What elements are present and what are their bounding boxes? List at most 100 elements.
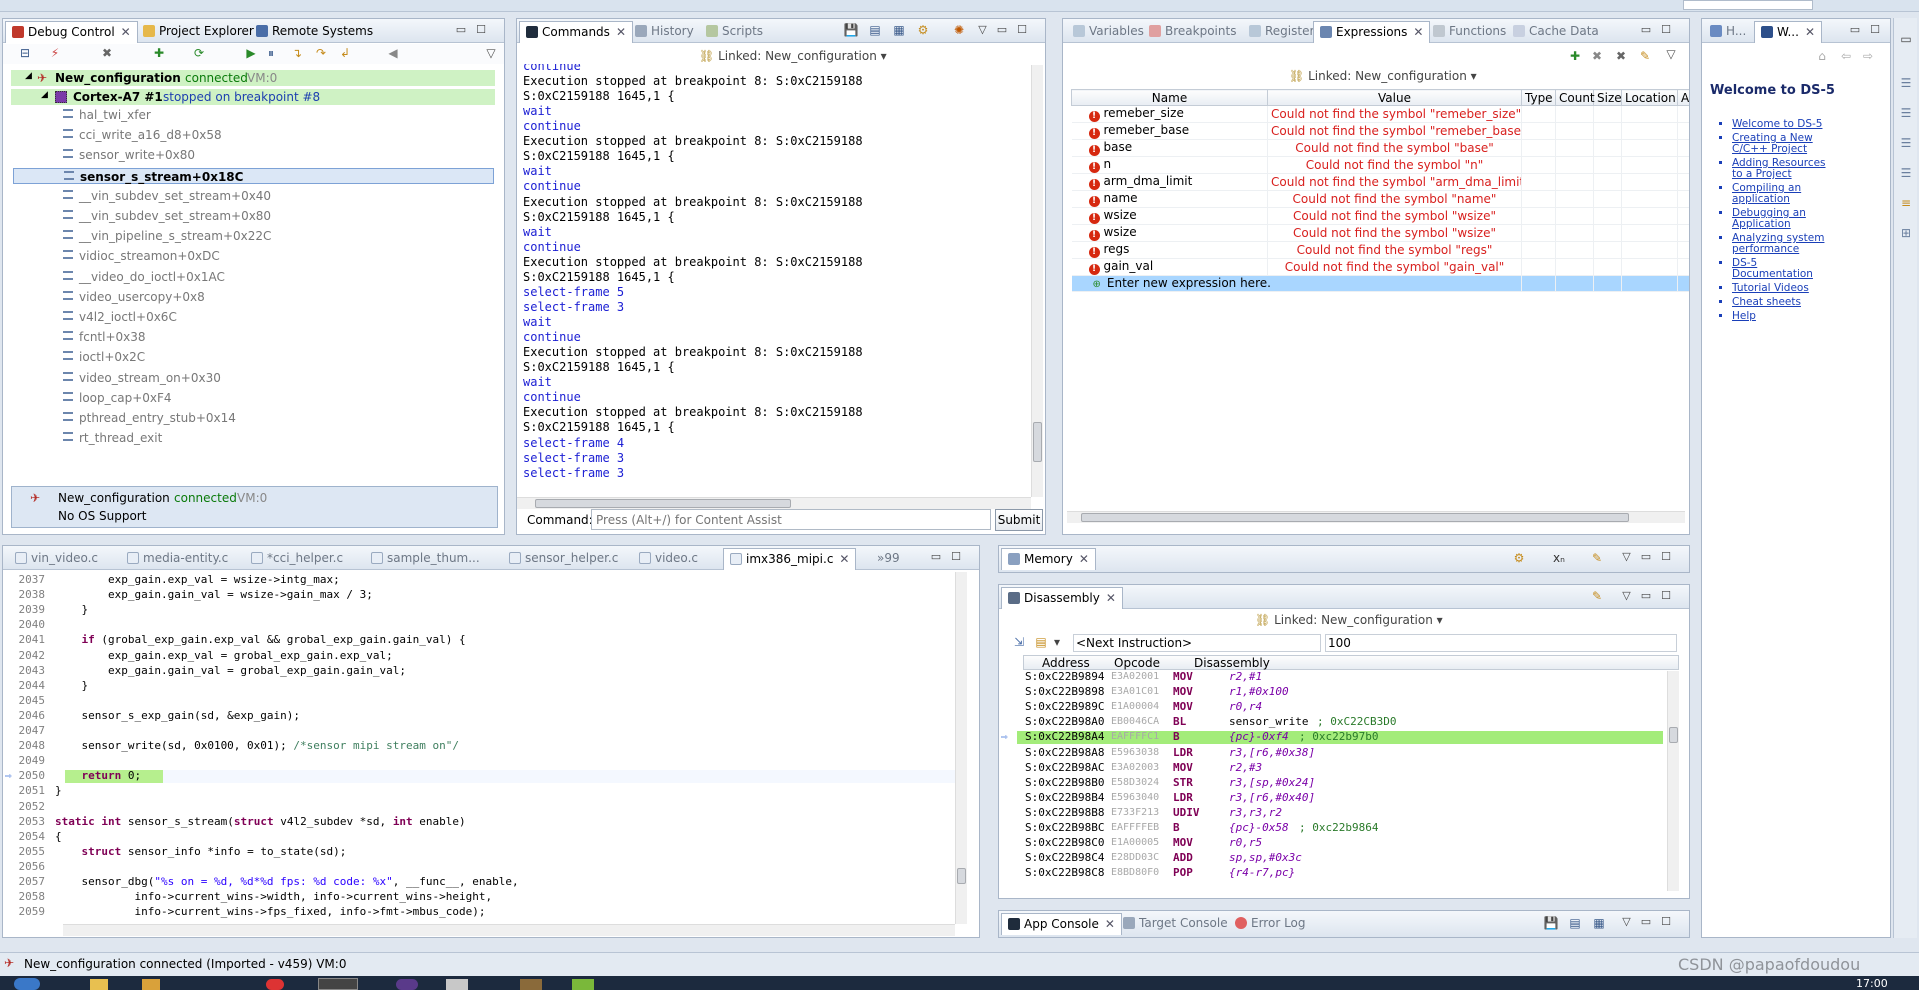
source-line[interactable]: 2039 } [3, 603, 955, 616]
tab-error-log[interactable]: Error Log [1229, 913, 1312, 935]
stack-frame-item[interactable]: sensor_s_stream+0x18C [13, 167, 494, 184]
column-header-opcode[interactable]: Opcode [1114, 656, 1160, 670]
linked-context[interactable]: ⛓ Linked: New_configuration ▾ [1255, 613, 1443, 627]
editor-scrollbar-h[interactable] [63, 924, 955, 936]
step-over-icon[interactable]: ↷ [313, 46, 329, 62]
view-window-buttons[interactable]: ▽▭☐ [1622, 589, 1681, 602]
format-icon[interactable]: xₙ [1551, 551, 1567, 567]
taskbar-app-icon[interactable] [396, 979, 418, 990]
stack-frame-item[interactable]: sensor_write+0x80 [63, 147, 195, 163]
taskbar-app-icon[interactable] [446, 979, 468, 990]
source-line[interactable]: 2053 static int sensor_s_stream(struct v4… [3, 815, 955, 828]
add-expression-icon[interactable]: ✚ [1567, 49, 1583, 65]
expand-toggle-icon[interactable]: ◢ [41, 90, 48, 100]
events-view-icon[interactable]: ⊞ [1898, 226, 1914, 242]
source-line[interactable]: 2046 sensor_s_exp_gain(sd, &exp_gain); [3, 709, 955, 722]
view-window-buttons[interactable]: ▽▭☐ [1622, 550, 1681, 563]
step-return-icon[interactable]: ↲ [337, 46, 353, 62]
trace-view-icon[interactable]: ≡ [1898, 196, 1914, 212]
close-icon[interactable]: ✕ [616, 25, 626, 39]
stack-frame-item[interactable]: __vin_pipeline_s_stream+0x22C [63, 228, 271, 244]
back-icon[interactable]: ⇦ [1838, 49, 1854, 65]
column-header-value[interactable]: Value [1267, 89, 1522, 106]
link-icon[interactable]: ✺ [951, 23, 967, 39]
pause-icon[interactable]: ⏸ [263, 46, 279, 62]
step-back-icon[interactable]: ◀ [385, 46, 401, 62]
tab-breakpoints[interactable]: Breakpoints [1143, 21, 1242, 43]
stack-frame-item[interactable]: pthread_entry_stub+0x14 [63, 410, 236, 426]
disassembly-scrollbar-v[interactable] [1667, 671, 1679, 891]
view-menu-icon[interactable]: ▽ [483, 46, 499, 62]
welcome-link[interactable]: Debugging an Application [1732, 207, 1806, 230]
disassembly-row[interactable]: S:0xC22B98B4 E5963040 LDR r3,[r6,#0x40] [1017, 791, 1663, 804]
source-line[interactable]: 2057 sensor_dbg("%s on = %d, %d*%d fps: … [3, 875, 955, 888]
source-line[interactable]: 2037 exp_gain.exp_val = wsize->intg_max; [3, 573, 955, 586]
source-line[interactable]: 2056 [3, 860, 955, 873]
disconnect-icon[interactable]: ⚡ [47, 46, 63, 62]
tab-scripts[interactable]: Scripts [700, 21, 769, 43]
stack-frame-item[interactable]: __vin_subdev_set_stream+0x40 [63, 188, 271, 204]
stack-frame-item[interactable]: cci_write_a16_d8+0x58 [63, 127, 222, 143]
view-window-buttons[interactable]: ▭☐ [931, 550, 971, 563]
welcome-link[interactable]: DS-5 Documentation [1732, 257, 1813, 280]
source-line[interactable]: 2049 [3, 754, 955, 767]
disassembly-row[interactable]: S:0xC22B98C4 E28DD03C ADD sp,sp,#0x3c [1017, 851, 1663, 864]
tab-memory[interactable]: Memory ✕ [1001, 548, 1096, 570]
outline-view-icon[interactable]: ☰ [1898, 76, 1914, 92]
connect-icon[interactable]: ✚ [151, 46, 167, 62]
expression-row[interactable]: ! remeber_base Could not find the symbol "… [1071, 122, 1689, 140]
stack-frame-item[interactable]: rt_thread_exit [63, 430, 162, 446]
welcome-link[interactable]: Help [1732, 310, 1756, 322]
tab-target-console[interactable]: Target Console [1117, 913, 1234, 935]
welcome-link[interactable]: Compiling an application [1732, 182, 1801, 205]
output-scrollbar-h[interactable] [517, 497, 1031, 509]
column-header-disassembly[interactable]: Disassembly [1194, 656, 1270, 670]
source-line[interactable]: 2040 [3, 619, 955, 632]
source-line[interactable]: 2045 [3, 694, 955, 707]
new-expression-cell[interactable]: ⊕ Enter new expression here. [1071, 275, 1522, 292]
source-line[interactable]: 2059 info->current_wins->fps_fixed, info… [3, 905, 955, 918]
memory-view-icon[interactable]: ☰ [1898, 166, 1914, 182]
tab-welcome[interactable]: W... ✕ [1754, 21, 1822, 43]
tab-history[interactable]: History [629, 21, 700, 43]
editor-tab[interactable]: *cci_helper.c [245, 548, 349, 570]
instruction-count-input[interactable] [1325, 634, 1677, 652]
column-header-address[interactable]: Address [1042, 656, 1090, 670]
source-line[interactable]: 2054 { [3, 830, 955, 843]
editor-tab[interactable]: sample_thum... [365, 548, 486, 570]
new-expression-row[interactable]: ⊕ Enter new expression here. [1071, 275, 1689, 292]
pin-icon[interactable]: ▦ [1591, 916, 1607, 932]
view-window-buttons[interactable]: ▭☐ [1850, 23, 1890, 36]
source-line[interactable]: ⇨ 2050 return 0; [3, 770, 955, 783]
taskbar-app-icon[interactable] [572, 979, 594, 990]
disassembly-row[interactable]: S:0xC22B98C0 E1A00005 MOV r0,r5 [1017, 836, 1663, 849]
registers-view-icon[interactable]: ☰ [1898, 136, 1914, 152]
collapse-all-icon[interactable]: ⊟ [17, 46, 33, 62]
expression-row[interactable]: ! wsize Could not find the symbol "wsize" [1071, 224, 1689, 242]
column-header-type[interactable]: Type [1521, 89, 1556, 106]
source-line[interactable]: 2048 sensor_write(sd, 0x0100, 0x01); /*s… [3, 739, 955, 752]
tab-remote-systems[interactable]: Remote Systems [250, 21, 379, 43]
welcome-link[interactable]: Creating a New C/C++ Project [1732, 132, 1813, 155]
welcome-link[interactable]: Cheat sheets [1732, 296, 1801, 308]
source-line[interactable]: 2058 info->current_wins->width, info->cu… [3, 890, 955, 903]
taskbar-app-icon[interactable] [90, 979, 108, 990]
restore-icon[interactable]: ▭ [1898, 32, 1914, 48]
disassembly-row[interactable]: S:0xC22B98AC E3A02003 MOV r2,#3 [1017, 761, 1663, 774]
history-icon[interactable]: ▤ [1033, 635, 1049, 651]
taskbar-app-icon[interactable] [318, 978, 358, 990]
disassembly-row[interactable]: S:0xC22B9898 E3A01C01 MOV r1,#0x100 [1017, 685, 1663, 698]
pin-icon[interactable]: ✎ [1589, 551, 1605, 567]
taskbar-app-icon[interactable] [266, 979, 284, 990]
expression-row[interactable]: ! name Could not find the symbol "name" [1071, 190, 1689, 208]
close-icon[interactable]: ✕ [1413, 25, 1423, 39]
welcome-link[interactable]: Tutorial Videos [1732, 282, 1809, 294]
stack-frame-item[interactable]: vidioc_streamon+0xDC [63, 248, 220, 264]
link-icon[interactable]: ⚙ [1511, 551, 1527, 567]
core-node[interactable]: ◢ Cortex-A7 #1 stopped on breakpoint #8 [11, 89, 495, 105]
scroll-thumb[interactable] [1033, 422, 1042, 462]
expression-row[interactable]: ! n Could not find the symbol "n" [1071, 156, 1689, 174]
disassembly-row[interactable]: ⇨ S:0xC22B98A4 EAFFFFC1 B {pc}-0xf4 ; 0xc22b… [1001, 731, 1663, 744]
stack-frame-item[interactable]: __video_do_ioctl+0x1AC [63, 269, 225, 285]
column-header-a[interactable]: A [1677, 89, 1689, 106]
